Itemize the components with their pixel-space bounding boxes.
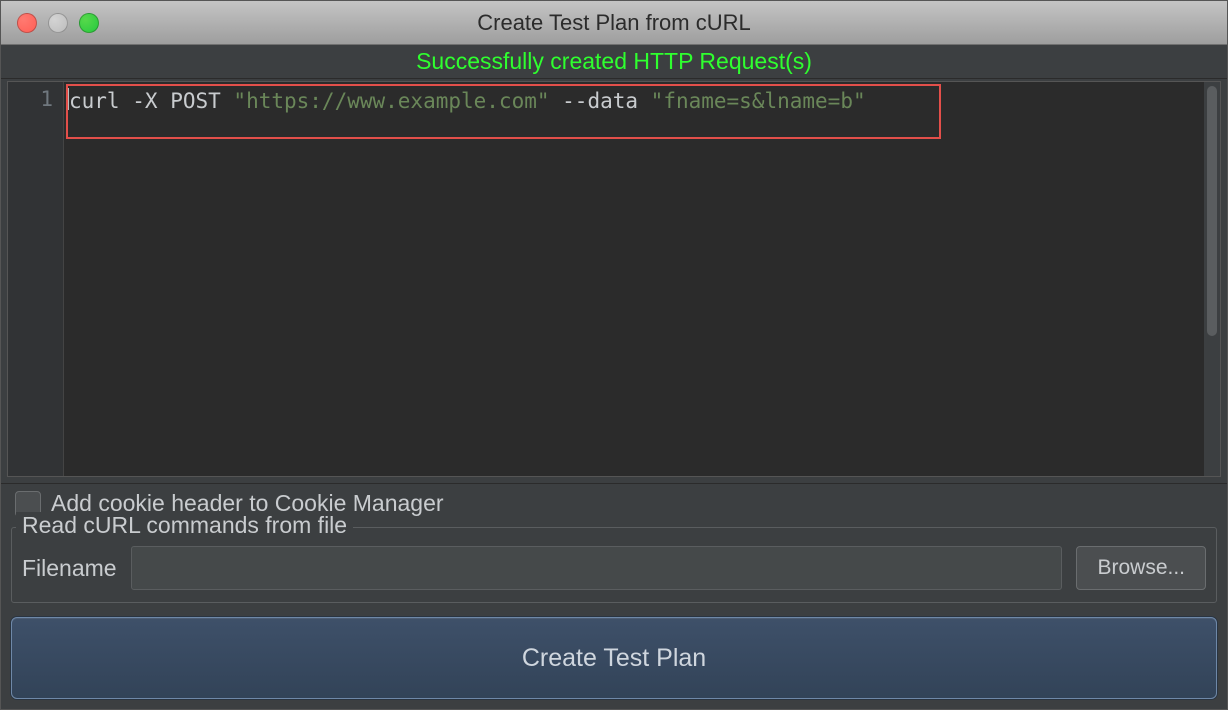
controls-panel: Add cookie header to Cookie Manager Read…	[1, 483, 1227, 709]
code-token-url: "https://www.example.com"	[233, 89, 549, 113]
code-token-cmd: curl	[69, 89, 120, 113]
editor-scrollbar[interactable]	[1204, 82, 1220, 476]
curl-editor[interactable]: 1 curl -X POST "https://www.example.com"…	[7, 81, 1221, 477]
code-token-method: POST	[170, 89, 221, 113]
titlebar: Create Test Plan from cURL	[1, 1, 1227, 45]
status-message: Successfully created HTTP Request(s)	[1, 45, 1227, 79]
filename-input[interactable]	[131, 546, 1063, 590]
close-icon[interactable]	[17, 13, 37, 33]
code-token-flag: -X	[132, 89, 157, 113]
read-from-file-fieldset: Read cURL commands from file Filename Br…	[11, 527, 1217, 603]
code-area[interactable]: curl -X POST "https://www.example.com" -…	[64, 82, 1204, 476]
dialog-window: Create Test Plan from cURL Successfully …	[0, 0, 1228, 710]
scrollbar-thumb[interactable]	[1207, 86, 1217, 336]
code-token-flag2: --data	[562, 89, 638, 113]
maximize-icon[interactable]	[79, 13, 99, 33]
filename-label: Filename	[22, 555, 117, 582]
fieldset-legend: Read cURL commands from file	[16, 512, 353, 539]
window-title: Create Test Plan from cURL	[1, 10, 1227, 36]
minimize-icon[interactable]	[48, 13, 68, 33]
line-number: 1	[8, 87, 53, 111]
code-token-data: "fname=s&lname=b"	[651, 89, 866, 113]
browse-button[interactable]: Browse...	[1076, 546, 1206, 590]
editor-gutter: 1	[8, 82, 64, 476]
create-test-plan-button[interactable]: Create Test Plan	[11, 617, 1217, 699]
window-controls	[1, 13, 99, 33]
